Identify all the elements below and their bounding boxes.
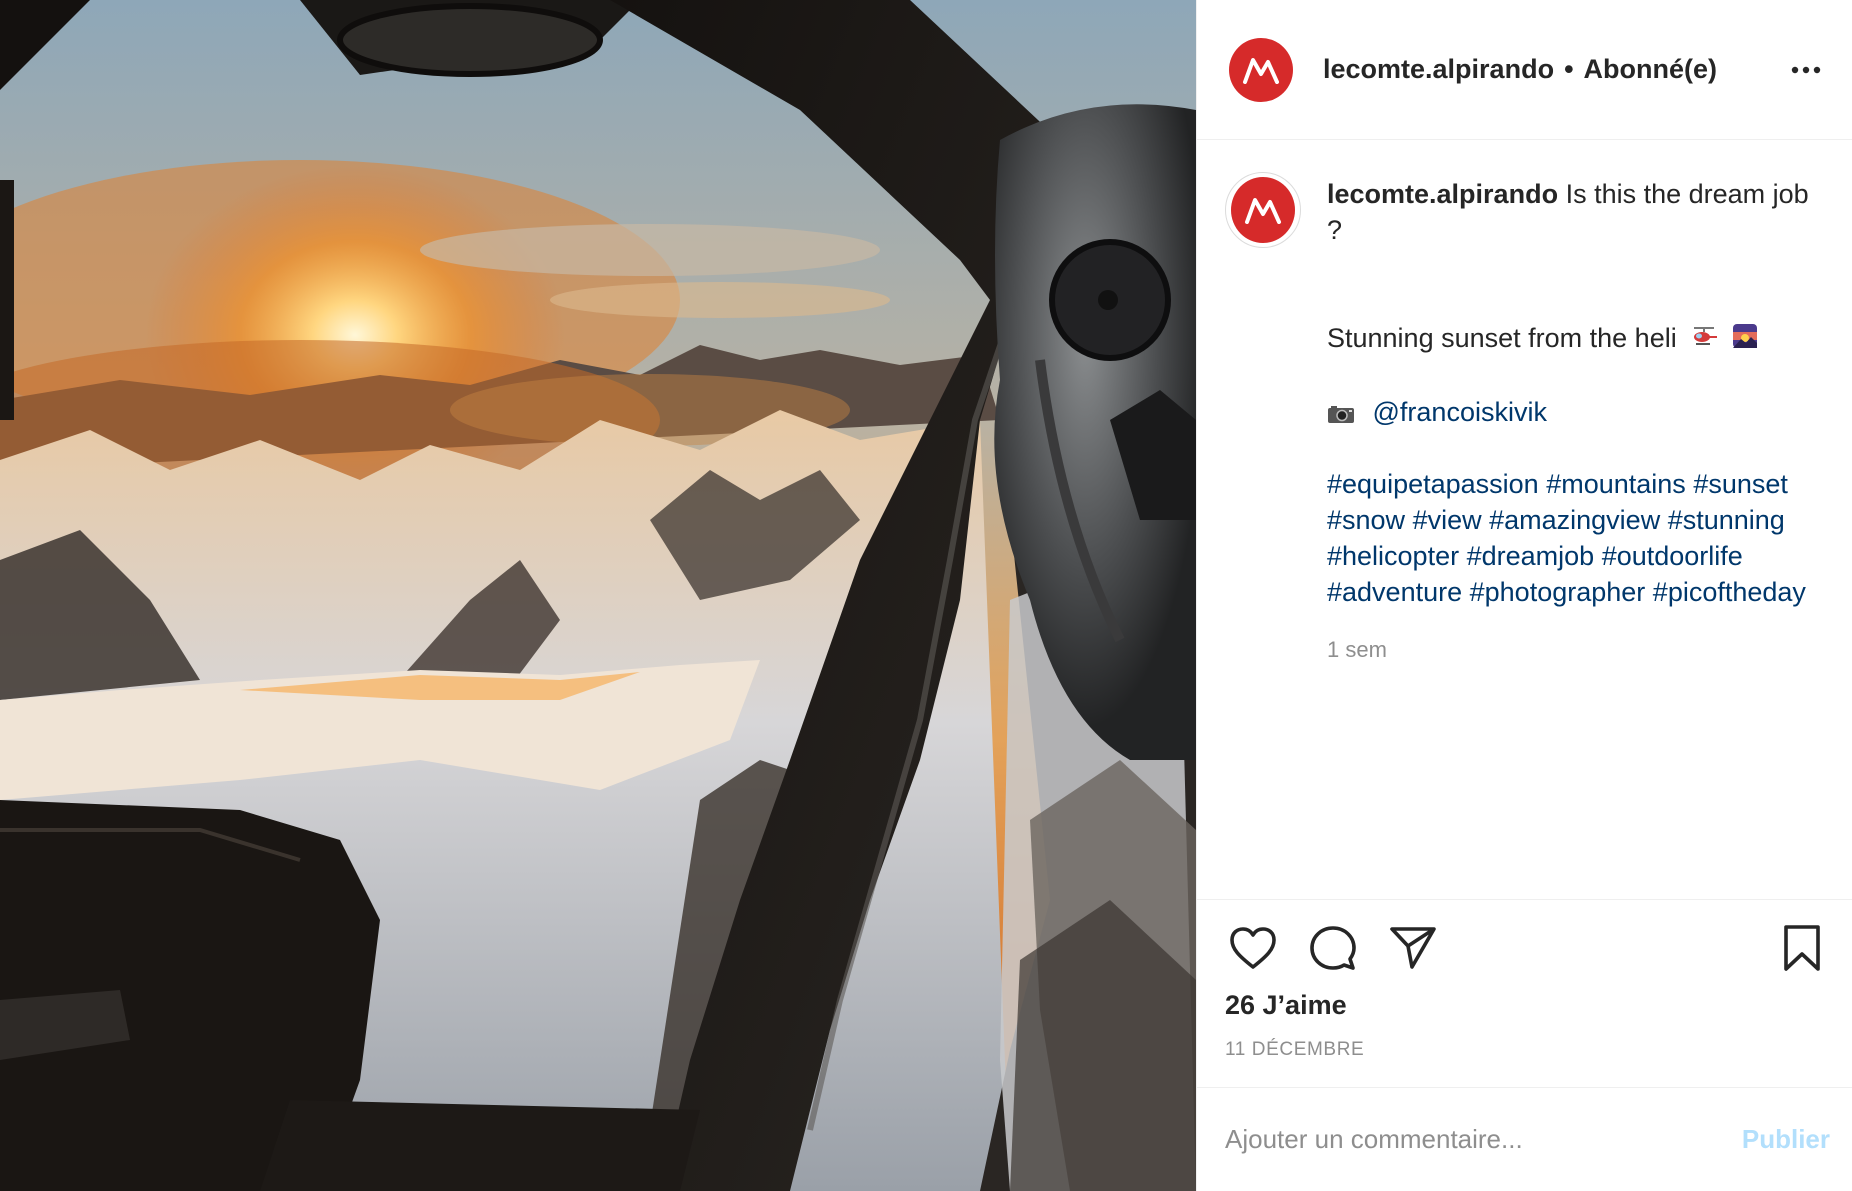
header-separator: • xyxy=(1564,54,1574,84)
comment-button[interactable] xyxy=(1305,920,1361,976)
caption-text: lecomte.alpirando Is this the dream job … xyxy=(1327,176,1830,668)
header-username[interactable]: lecomte.alpirando xyxy=(1323,54,1554,85)
photo-credit-line: @francoiskivik xyxy=(1327,394,1830,430)
helicopter-emoji-icon xyxy=(1690,322,1718,358)
photographer-mention-link[interactable]: @francoiskivik xyxy=(1373,397,1547,427)
hashtags-line-3: #helicopter #dreamjob #outdoorlife xyxy=(1327,538,1830,574)
bookmark-icon xyxy=(1784,925,1820,971)
caption-username[interactable]: lecomte.alpirando xyxy=(1327,179,1558,209)
follow-state-label[interactable]: Abonné(e) xyxy=(1584,54,1717,85)
hashtag-link[interactable]: #picoftheday xyxy=(1653,577,1806,607)
caption: lecomte.alpirando Is this the dream job … xyxy=(1225,172,1830,668)
hashtags-line-1: #equipetapassion #mountains #sunset xyxy=(1327,466,1830,502)
sunset-emoji-icon xyxy=(1732,322,1758,358)
hashtag-link[interactable]: #amazingview xyxy=(1489,505,1660,535)
more-options-button[interactable] xyxy=(1782,46,1830,94)
hashtag-link[interactable]: #helicopter xyxy=(1327,541,1459,571)
caption-first-line: lecomte.alpirando Is this the dream job … xyxy=(1327,176,1830,248)
hashtag-link[interactable]: #mountains xyxy=(1546,469,1686,499)
caption-line-2: Stunning sunset from the heli xyxy=(1327,320,1830,358)
like-button[interactable] xyxy=(1225,920,1281,976)
hashtag-link[interactable]: #sunset xyxy=(1693,469,1788,499)
post-header: lecomte.alpirando • Abonné(e) xyxy=(1197,0,1852,140)
likes-count[interactable]: 26 J’aime xyxy=(1225,990,1830,1021)
hashtag-link[interactable]: #photographer xyxy=(1470,577,1646,607)
header-avatar[interactable] xyxy=(1229,37,1293,102)
hashtag-link[interactable]: #dreamjob xyxy=(1467,541,1595,571)
heart-icon xyxy=(1230,927,1276,969)
caption-gap xyxy=(1327,358,1830,394)
caption-gap xyxy=(1327,248,1830,320)
instagram-post: lecomte.alpirando • Abonné(e) lecomte.al… xyxy=(0,0,1852,1191)
caption-avatar[interactable] xyxy=(1225,172,1301,248)
camera-icon xyxy=(1327,397,1373,427)
share-button[interactable] xyxy=(1385,920,1441,976)
post-details-panel: lecomte.alpirando • Abonné(e) lecomte.al… xyxy=(1196,0,1852,1191)
hashtag-link[interactable]: #outdoorlife xyxy=(1602,541,1743,571)
more-options-icon xyxy=(1791,66,1821,73)
comments-area: lecomte.alpirando Is this the dream job … xyxy=(1197,140,1852,899)
comment-bubble-icon xyxy=(1310,926,1356,970)
hashtags-line-4: #adventure #photographer #picoftheday xyxy=(1327,574,1830,610)
paper-plane-icon xyxy=(1390,927,1436,969)
action-buttons-row xyxy=(1225,920,1830,976)
comment-input[interactable] xyxy=(1225,1124,1742,1155)
publish-button[interactable]: Publier xyxy=(1742,1124,1830,1155)
hashtag-link[interactable]: #stunning xyxy=(1668,505,1785,535)
caption-line-2-text: Stunning sunset from the heli xyxy=(1327,323,1677,353)
hashtag-link[interactable]: #snow xyxy=(1327,505,1405,535)
helicopter-cockpit-sunset-image xyxy=(0,0,1196,1191)
hashtags-line-2: #snow #view #amazingview #stunning xyxy=(1327,502,1830,538)
save-button[interactable] xyxy=(1774,920,1830,976)
post-photo[interactable] xyxy=(0,0,1196,1191)
post-actions: 26 J’aime 11 DÉCEMBRE xyxy=(1197,899,1852,1087)
hashtag-link[interactable]: #adventure xyxy=(1327,577,1462,607)
caption-gap xyxy=(1327,430,1830,466)
mountain-logo-icon xyxy=(1245,198,1281,224)
mountain-logo-icon xyxy=(1243,57,1279,84)
caption-time-ago[interactable]: 1 sem xyxy=(1327,632,1830,668)
avatar xyxy=(1231,177,1295,243)
avatar[interactable] xyxy=(1229,37,1293,102)
add-comment-bar: Publier xyxy=(1197,1087,1852,1191)
hashtag-link[interactable]: #view xyxy=(1413,505,1482,535)
post-date[interactable]: 11 DÉCEMBRE xyxy=(1225,1039,1830,1061)
hashtag-link[interactable]: #equipetapassion xyxy=(1327,469,1539,499)
